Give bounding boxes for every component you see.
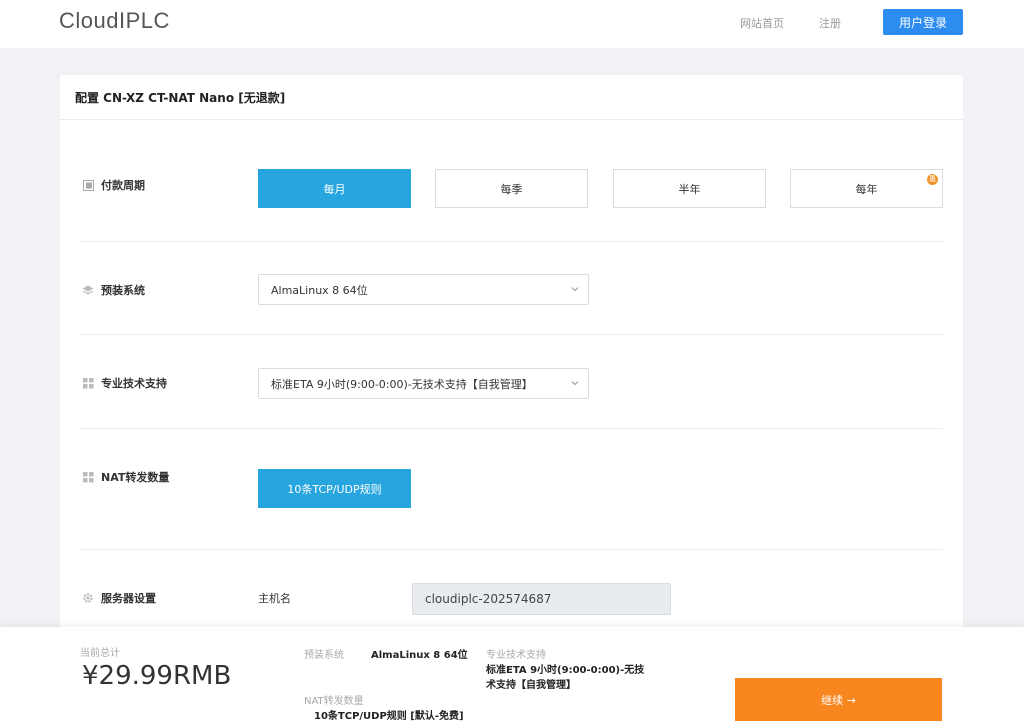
nat-option-button[interactable]: 10条TCP/UDP规则 bbox=[258, 469, 411, 508]
billing-option-label: 半年 bbox=[678, 182, 701, 196]
page-title: 配置 CN-XZ CT-NAT Nano [无退款] bbox=[75, 91, 286, 105]
summary-support-value-line1: 标准ETA 9小时(9:00-0:00)-无技 bbox=[486, 665, 645, 676]
summary-os-value: AlmaLinux 8 64位 bbox=[371, 650, 468, 661]
summary-nat-value: 10条TCP/UDP规则 [默认-免费] bbox=[314, 711, 464, 722]
nav-register-link[interactable]: 注册 bbox=[819, 15, 841, 31]
gear-icon bbox=[82, 592, 94, 604]
support-select[interactable]: 标准ETA 9小时(9:00-0:00)-无技术支持【自我管理】 bbox=[258, 368, 589, 399]
discount-badge-icon: 惠 bbox=[927, 174, 938, 185]
summary-support-label: 专业技术支持 bbox=[486, 650, 546, 661]
os-select[interactable]: AlmaLinux 8 64位 bbox=[258, 274, 589, 305]
billing-option-label: 每年 bbox=[855, 182, 878, 196]
row-divider bbox=[80, 549, 943, 550]
config-card: 配置 CN-XZ CT-NAT Nano [无退款] 付款周期 每月 每季 半年… bbox=[60, 75, 963, 635]
login-button[interactable]: 用户登录 bbox=[883, 9, 963, 35]
os-label: 预装系统 bbox=[82, 282, 145, 298]
server-settings-label-text: 服务器设置 bbox=[101, 592, 156, 605]
order-summary-bar: 当前总计 ¥29.99RMB 预装系统 AlmaLinux 8 64位 专业技术… bbox=[0, 627, 1024, 725]
summary-support-value-line2: 术支持【自我管理】 bbox=[486, 680, 576, 691]
grid-icon bbox=[82, 471, 94, 483]
grid-icon bbox=[82, 377, 94, 389]
chevron-down-icon bbox=[571, 287, 579, 292]
total-label: 当前总计 bbox=[80, 648, 120, 659]
row-divider bbox=[80, 428, 943, 429]
support-select-value: 标准ETA 9小时(9:00-0:00)-无技术支持【自我管理】 bbox=[271, 377, 533, 391]
billing-cycle-label: 付款周期 bbox=[82, 177, 145, 193]
hostname-label: 主机名 bbox=[258, 592, 291, 605]
summary-os-label: 预装系统 bbox=[304, 650, 344, 661]
nat-label-text: NAT转发数量 bbox=[101, 471, 170, 484]
billing-option-annual[interactable]: 每年 惠 bbox=[790, 169, 943, 208]
total-price: ¥29.99RMB bbox=[82, 661, 232, 691]
os-select-value: AlmaLinux 8 64位 bbox=[271, 283, 368, 297]
billing-cycle-label-text: 付款周期 bbox=[101, 179, 145, 192]
nav-home-link[interactable]: 网站首页 bbox=[740, 15, 784, 31]
title-divider bbox=[60, 119, 963, 120]
hostname-input[interactable] bbox=[412, 583, 671, 615]
layers-icon bbox=[82, 284, 94, 296]
billing-option-quarterly[interactable]: 每季 bbox=[435, 169, 588, 208]
continue-button[interactable]: 继续 → bbox=[735, 678, 942, 721]
billing-option-semiannual[interactable]: 半年 bbox=[613, 169, 766, 208]
top-navbar: CloudIPLC 网站首页 注册 用户登录 bbox=[0, 0, 1024, 48]
billing-option-label: 每月 bbox=[323, 182, 346, 196]
summary-nat-label: NAT转发数量 bbox=[304, 696, 364, 707]
row-divider bbox=[80, 241, 943, 242]
calendar-icon bbox=[82, 179, 94, 191]
server-settings-label: 服务器设置 bbox=[82, 590, 156, 606]
nat-label: NAT转发数量 bbox=[82, 469, 169, 485]
chevron-down-icon bbox=[571, 381, 579, 386]
support-label-text: 专业技术支持 bbox=[101, 377, 167, 390]
billing-option-label: 每季 bbox=[500, 182, 523, 196]
row-divider bbox=[80, 334, 943, 335]
site-logo[interactable]: CloudIPLC bbox=[59, 8, 170, 34]
os-label-text: 预装系统 bbox=[101, 284, 145, 297]
billing-option-monthly[interactable]: 每月 bbox=[258, 169, 411, 208]
nat-option-label: 10条TCP/UDP规则 bbox=[287, 482, 382, 496]
support-label: 专业技术支持 bbox=[82, 375, 167, 391]
